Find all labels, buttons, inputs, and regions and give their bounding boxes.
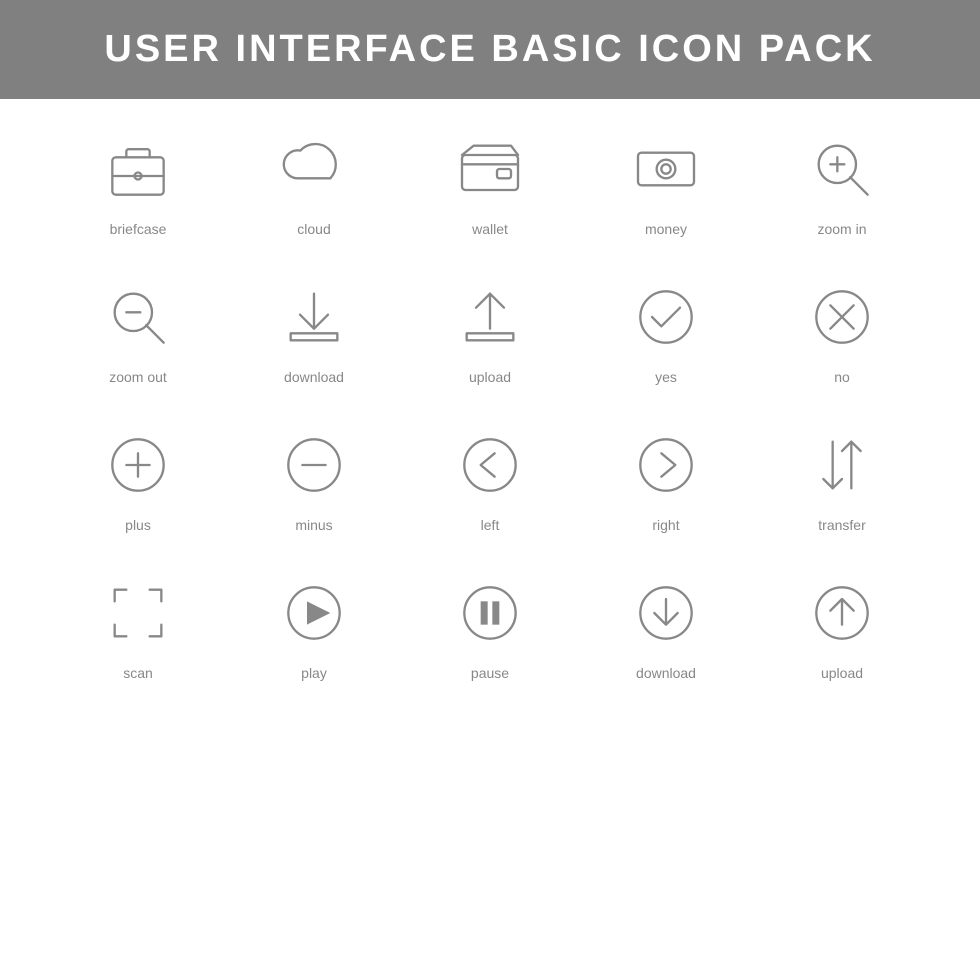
yes-icon xyxy=(626,277,706,357)
upload-circle-label: upload xyxy=(821,665,863,681)
icon-item-upload-circle: upload xyxy=(772,573,912,681)
icon-item-right: right xyxy=(596,425,736,533)
left-icon xyxy=(450,425,530,505)
plus-label: plus xyxy=(125,517,151,533)
icon-row-1: briefcase cloud wallet xyxy=(50,129,930,237)
briefcase-label: briefcase xyxy=(110,221,167,237)
icon-item-wallet: wallet xyxy=(420,129,560,237)
icon-item-no: no xyxy=(772,277,912,385)
transfer-icon xyxy=(802,425,882,505)
left-label: left xyxy=(481,517,500,533)
yes-label: yes xyxy=(655,369,677,385)
download-circle-icon xyxy=(626,573,706,653)
transfer-label: transfer xyxy=(818,517,865,533)
download-tray-icon xyxy=(274,277,354,357)
icon-item-scan: scan xyxy=(68,573,208,681)
wallet-label: wallet xyxy=(472,221,508,237)
right-label: right xyxy=(652,517,679,533)
icon-item-cloud: cloud xyxy=(244,129,384,237)
icon-row-4: scan play pause xyxy=(50,573,930,681)
icon-item-plus: plus xyxy=(68,425,208,533)
upload-circle-icon xyxy=(802,573,882,653)
icon-item-play: play xyxy=(244,573,384,681)
no-icon xyxy=(802,277,882,357)
pause-icon xyxy=(450,573,530,653)
icon-item-pause: pause xyxy=(420,573,560,681)
page-title: USER INTERFACE BASIC ICON PACK xyxy=(0,28,980,71)
minus-icon xyxy=(274,425,354,505)
zoom-in-label: zoom in xyxy=(817,221,866,237)
icon-item-zoom-in: zoom in xyxy=(772,129,912,237)
icon-item-transfer: transfer xyxy=(772,425,912,533)
icon-item-download-circle: download xyxy=(596,573,736,681)
download-tray-label: download xyxy=(284,369,344,385)
icon-item-left: left xyxy=(420,425,560,533)
play-label: play xyxy=(301,665,327,681)
play-icon xyxy=(274,573,354,653)
icon-grid: briefcase cloud wallet xyxy=(0,99,980,751)
download-circle-label: download xyxy=(636,665,696,681)
icon-item-zoom-out: zoom out xyxy=(68,277,208,385)
cloud-label: cloud xyxy=(297,221,330,237)
wallet-icon xyxy=(450,129,530,209)
icon-item-money: money xyxy=(596,129,736,237)
pause-label: pause xyxy=(471,665,509,681)
right-icon xyxy=(626,425,706,505)
briefcase-icon xyxy=(98,129,178,209)
money-label: money xyxy=(645,221,687,237)
icon-item-upload-tray: upload xyxy=(420,277,560,385)
icon-item-minus: minus xyxy=(244,425,384,533)
icon-item-download-tray: download xyxy=(244,277,384,385)
icon-item-briefcase: briefcase xyxy=(68,129,208,237)
icon-row-2: zoom out download upload xyxy=(50,277,930,385)
zoom-in-icon xyxy=(802,129,882,209)
scan-label: scan xyxy=(123,665,153,681)
icon-row-3: plus minus left xyxy=(50,425,930,533)
header: USER INTERFACE BASIC ICON PACK xyxy=(0,0,980,99)
zoom-out-icon xyxy=(98,277,178,357)
upload-tray-icon xyxy=(450,277,530,357)
upload-tray-label: upload xyxy=(469,369,511,385)
zoom-out-label: zoom out xyxy=(109,369,167,385)
cloud-icon xyxy=(274,129,354,209)
minus-label: minus xyxy=(295,517,332,533)
icon-item-yes: yes xyxy=(596,277,736,385)
scan-icon xyxy=(98,573,178,653)
money-icon xyxy=(626,129,706,209)
no-label: no xyxy=(834,369,850,385)
plus-icon xyxy=(98,425,178,505)
